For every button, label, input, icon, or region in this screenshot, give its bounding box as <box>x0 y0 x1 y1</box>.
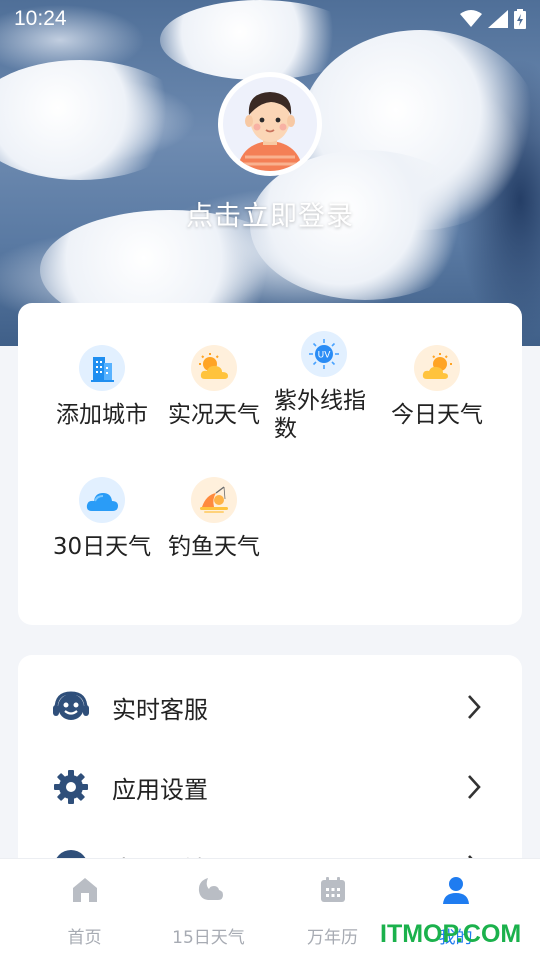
feature-add-city[interactable]: 添加城市 <box>46 345 158 429</box>
menu-item-app-settings[interactable]: 应用设置 <box>18 747 522 827</box>
sun-cloud-icon <box>414 345 460 391</box>
nav-tab-label: 首页 <box>67 928 102 948</box>
chevron-right-icon <box>468 775 481 799</box>
gear-icon <box>54 770 88 804</box>
feature-label: 实况天气 <box>168 402 260 428</box>
feature-live-weather[interactable]: 实况天气 <box>158 345 270 429</box>
feature-uv-index[interactable]: UV 紫外线指数 <box>268 331 380 443</box>
feature-label: 紫外线指数 <box>274 388 366 442</box>
feature-today-weather[interactable]: 今日天气 <box>381 345 493 429</box>
nav-tab-home[interactable]: 首页 <box>17 859 152 960</box>
feature-label: 30日天气 <box>52 534 152 560</box>
moon-cloud-icon <box>198 878 223 900</box>
watermark-logo: ITMOP.COM <box>380 920 522 948</box>
nav-tab-label: 万年历 <box>307 928 358 948</box>
home-icon <box>72 878 97 902</box>
user-icon <box>442 877 469 904</box>
status-icons <box>460 9 526 29</box>
feature-label: 添加城市 <box>56 402 148 428</box>
avatar-image <box>223 77 317 171</box>
signal-icon <box>488 10 508 28</box>
feature-label: 钓鱼天气 <box>168 534 260 560</box>
cloud-shape <box>0 60 190 180</box>
cloud-icon <box>79 477 125 523</box>
calendar-icon <box>320 877 345 902</box>
feature-label: 今日天气 <box>391 402 483 428</box>
feature-30-day-weather[interactable]: 30日天气 <box>46 477 158 561</box>
header-background: 10:24 点击立即登录 <box>0 0 540 346</box>
city-buildings-icon <box>79 345 125 391</box>
chevron-right-icon <box>468 695 481 719</box>
nav-tab-label: 15日天气 <box>172 928 245 948</box>
battery-icon <box>514 9 526 29</box>
headset-support-icon <box>53 691 89 720</box>
nav-tab-15-day-weather[interactable]: 15日天气 <box>141 859 276 960</box>
menu-item-label: 实时客服 <box>112 695 208 724</box>
user-avatar-illustration <box>237 92 303 171</box>
wifi-icon <box>460 10 482 27</box>
sun-cloud-icon <box>191 345 237 391</box>
uv-sun-icon: UV <box>301 331 347 377</box>
menu-item-customer-service[interactable]: 实时客服 <box>18 667 522 747</box>
status-bar: 10:24 <box>0 0 540 38</box>
avatar[interactable] <box>218 72 322 176</box>
menu-item-label: 应用设置 <box>112 775 208 804</box>
login-prompt[interactable]: 点击立即登录 <box>0 194 540 233</box>
status-time: 10:24 <box>14 7 67 30</box>
feature-fishing-weather[interactable]: 钓鱼天气 <box>158 477 270 561</box>
uv-badge-text: UV <box>318 351 332 361</box>
fishing-sunset-icon <box>191 477 237 523</box>
feature-grid-card: 添加城市 实况天气 UV 紫外线指数 今日天气 30日天气 钓鱼天气 <box>18 303 522 625</box>
